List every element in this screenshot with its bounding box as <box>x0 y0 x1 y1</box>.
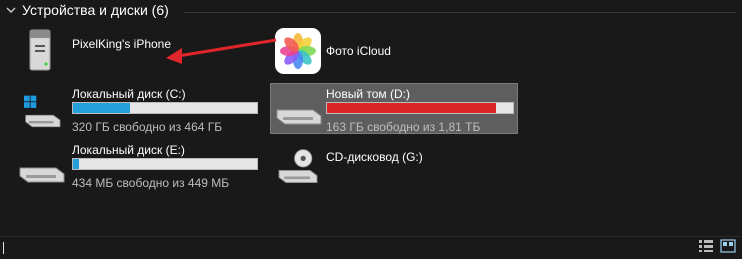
section-title: Устройства и диски (6) <box>22 2 169 18</box>
drive-usage-bar <box>326 102 514 114</box>
drive-usage-bar <box>72 158 258 170</box>
details-view-icon[interactable] <box>698 239 714 253</box>
drive-name: Локальный диск (C:) <box>72 87 186 101</box>
section-divider <box>184 12 736 13</box>
cd-drive-icon <box>278 149 318 183</box>
devices-section-header[interactable]: Устройства и диски (6) <box>0 0 742 22</box>
drive-name: Локальный диск (E:) <box>72 143 185 157</box>
text-cursor <box>3 242 4 254</box>
icloud-photos-icon <box>275 28 321 74</box>
drive-free-space: 320 ГБ свободно из 464 ГБ <box>72 120 223 134</box>
drive-free-space: 163 ГБ свободно из 1,81 ТБ <box>326 120 481 134</box>
device-name: PixelKing's iPhone <box>72 37 172 51</box>
drive-usage-bar <box>72 102 258 114</box>
drive-c[interactable]: Локальный диск (C:) 320 ГБ свободно из 4… <box>18 84 263 134</box>
drive-free-space: 434 МБ свободно из 449 МБ <box>72 176 230 190</box>
drive-name: CD-дисковод (G:) <box>326 150 423 164</box>
drive-name: Новый том (D:) <box>326 87 410 101</box>
drive-d[interactable]: Новый том (D:) 163 ГБ свободно из 1,81 Т… <box>270 83 518 134</box>
hard-drive-icon <box>19 167 65 183</box>
device-name: Фото iCloud <box>326 44 391 58</box>
large-icons-view-icon[interactable] <box>720 239 736 253</box>
drive-e[interactable]: Локальный диск (E:) 434 МБ свободно из 4… <box>18 140 263 190</box>
hard-drive-icon <box>276 109 322 125</box>
device-icloud-photos[interactable]: Фото iCloud <box>270 28 510 78</box>
status-bar <box>0 236 742 259</box>
annotation-arrow <box>166 38 277 64</box>
drive-g[interactable]: CD-дисковод (G:) <box>270 140 515 190</box>
iphone-device-icon <box>29 29 51 71</box>
chevron-down-icon[interactable] <box>4 3 18 17</box>
windows-drive-icon <box>24 95 61 128</box>
